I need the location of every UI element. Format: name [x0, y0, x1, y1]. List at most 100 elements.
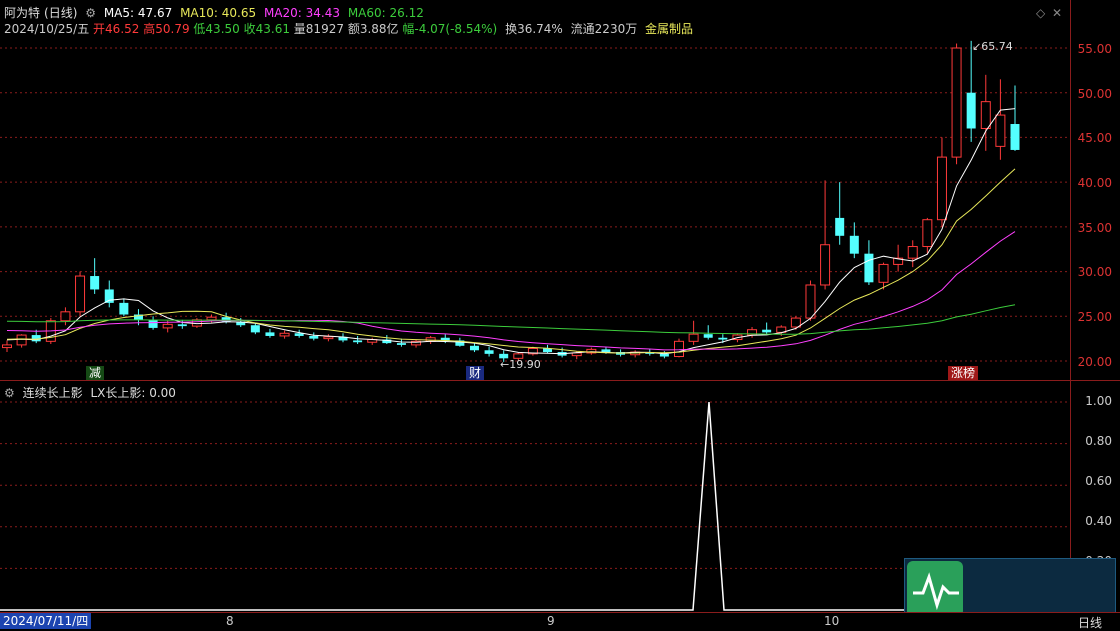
candle[interactable] [279, 330, 290, 339]
candle-body [104, 289, 114, 303]
candle-body [936, 156, 947, 221]
candle-body [951, 47, 962, 158]
candle[interactable] [367, 337, 378, 345]
candle[interactable] [1010, 85, 1020, 151]
candle[interactable] [382, 335, 392, 345]
candle-body [206, 316, 217, 321]
period-button[interactable]: 日线 [1078, 614, 1102, 631]
candle-body [294, 333, 304, 336]
month-tick-8: 8 [226, 614, 234, 628]
candle-body [16, 334, 27, 346]
candle[interactable] [995, 79, 1006, 160]
candle[interactable] [16, 334, 27, 348]
candle[interactable] [309, 332, 319, 341]
price-tick: 35.00 [1077, 221, 1112, 235]
candle-body [60, 311, 71, 322]
candle-body [309, 335, 319, 339]
candle-body [1010, 124, 1020, 150]
price-tick: 20.00 [1077, 355, 1112, 369]
candle-body [762, 329, 772, 333]
axis-separator [1070, 0, 1071, 612]
price-tick: 30.00 [1077, 265, 1112, 279]
candle-body [323, 336, 334, 340]
price-tick: 25.00 [1077, 310, 1112, 324]
candle[interactable] [323, 334, 334, 342]
month-tick-9: 9 [547, 614, 555, 628]
low-marker: ←19.90 [500, 358, 541, 371]
candle-body [805, 284, 816, 319]
tag-cai-badge[interactable]: 财 [466, 366, 485, 380]
ma10-line [6, 168, 1016, 354]
candle[interactable] [75, 271, 86, 317]
candle[interactable] [469, 343, 479, 353]
ma20-line [6, 231, 1016, 351]
candle[interactable] [294, 329, 304, 338]
price-chart[interactable] [0, 0, 1120, 380]
candle-body [353, 340, 363, 343]
logo-w-icon [907, 561, 963, 617]
candle[interactable] [820, 180, 831, 290]
candle[interactable] [586, 347, 597, 355]
price-tick: 40.00 [1077, 176, 1112, 190]
candle[interactable] [849, 222, 859, 259]
price-tick: 45.00 [1077, 131, 1112, 145]
indicator-tick: 0.60 [1085, 474, 1112, 488]
candle-body [601, 349, 611, 353]
candle-body [396, 343, 406, 345]
candle-body [90, 276, 100, 290]
candle[interactable] [2, 340, 12, 353]
candle[interactable] [396, 338, 406, 347]
candle[interactable] [864, 240, 874, 285]
candle-body [543, 348, 553, 353]
candle[interactable] [119, 298, 129, 317]
candle[interactable] [630, 350, 641, 358]
ma5-line [6, 108, 1016, 355]
candle[interactable] [265, 328, 275, 338]
start-date-label: 2024/07/11/四 [0, 613, 92, 629]
candle[interactable] [60, 307, 71, 326]
candle[interactable] [980, 74, 991, 151]
candle-body [718, 337, 728, 340]
indicator-tick: 1.00 [1085, 394, 1112, 408]
candle[interactable] [674, 338, 684, 358]
candle[interactable] [353, 335, 363, 345]
candle-body [265, 332, 275, 336]
candle-body [922, 219, 933, 248]
candle[interactable] [762, 322, 772, 335]
candle[interactable] [411, 339, 422, 348]
candle-body [703, 334, 713, 338]
candle-body [162, 323, 173, 329]
candle-body [878, 263, 889, 283]
candle[interactable] [703, 325, 713, 340]
month-tick-10: 10 [824, 614, 840, 628]
candle-body [688, 333, 699, 342]
candle[interactable] [835, 182, 845, 245]
candle[interactable] [951, 43, 962, 165]
candle[interactable] [104, 280, 114, 308]
candle-body [484, 350, 494, 354]
candle[interactable] [936, 137, 947, 227]
tag-jian-badge[interactable]: 减 [86, 366, 105, 380]
candle-body [980, 101, 991, 129]
candle[interactable] [790, 316, 801, 330]
price-tick: 50.00 [1077, 87, 1112, 101]
candle-body [995, 114, 1006, 147]
price-tick: 55.00 [1077, 42, 1112, 56]
indicator-tick: 0.40 [1085, 514, 1112, 528]
candle-body [177, 324, 187, 327]
candle-body [279, 332, 290, 337]
candle[interactable] [90, 258, 100, 294]
candle-body [119, 302, 129, 315]
candle[interactable] [907, 240, 918, 268]
high-marker: ↙65.74 [972, 40, 1013, 53]
candle-body [469, 345, 479, 351]
candle-body [2, 344, 12, 349]
candle[interactable] [966, 40, 976, 142]
ma60-line [6, 304, 1016, 335]
candle-body [820, 244, 831, 286]
tag-zhangbang-badge[interactable]: 涨榜 [948, 366, 979, 380]
candle-body [835, 217, 845, 236]
date-axis-bar: 2024/07/11/四 8 9 10 日线 [0, 612, 1120, 630]
candle[interactable] [484, 346, 494, 357]
candle-body [148, 319, 158, 328]
